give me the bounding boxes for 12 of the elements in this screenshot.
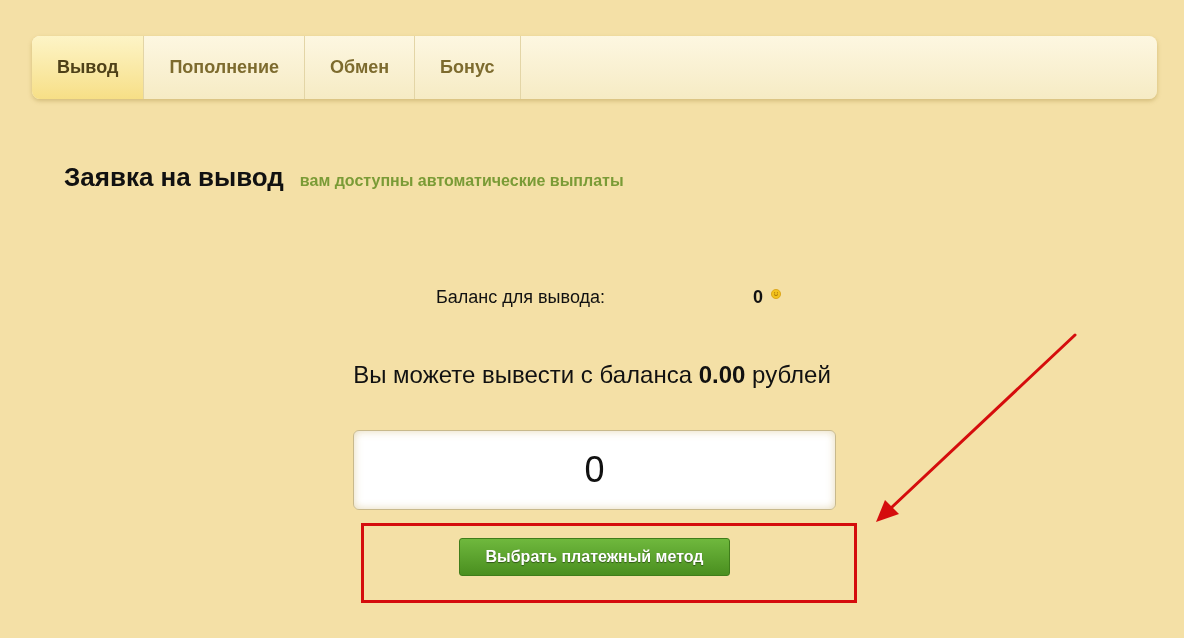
tab[interactable]: Бонус	[415, 36, 521, 99]
tab[interactable]: Пополнение	[144, 36, 305, 99]
payment-method-button[interactable]: Выбрать платежный метод	[459, 538, 730, 576]
balance-label: Баланс для вывода:	[436, 285, 607, 309]
withdraw-info-text: Вы можете вывести с баланса 0.00 рублей	[353, 361, 831, 389]
page-title: Заявка на вывод	[64, 161, 284, 193]
amount-field[interactable]: 0	[353, 430, 836, 510]
auto-payout-note: вам доступны автоматические выплаты	[299, 171, 624, 191]
coin-icon	[771, 289, 781, 299]
balance-value: 0	[753, 285, 763, 309]
tab[interactable]: Вывод	[32, 36, 145, 99]
tab[interactable]: Обмен	[305, 36, 416, 99]
